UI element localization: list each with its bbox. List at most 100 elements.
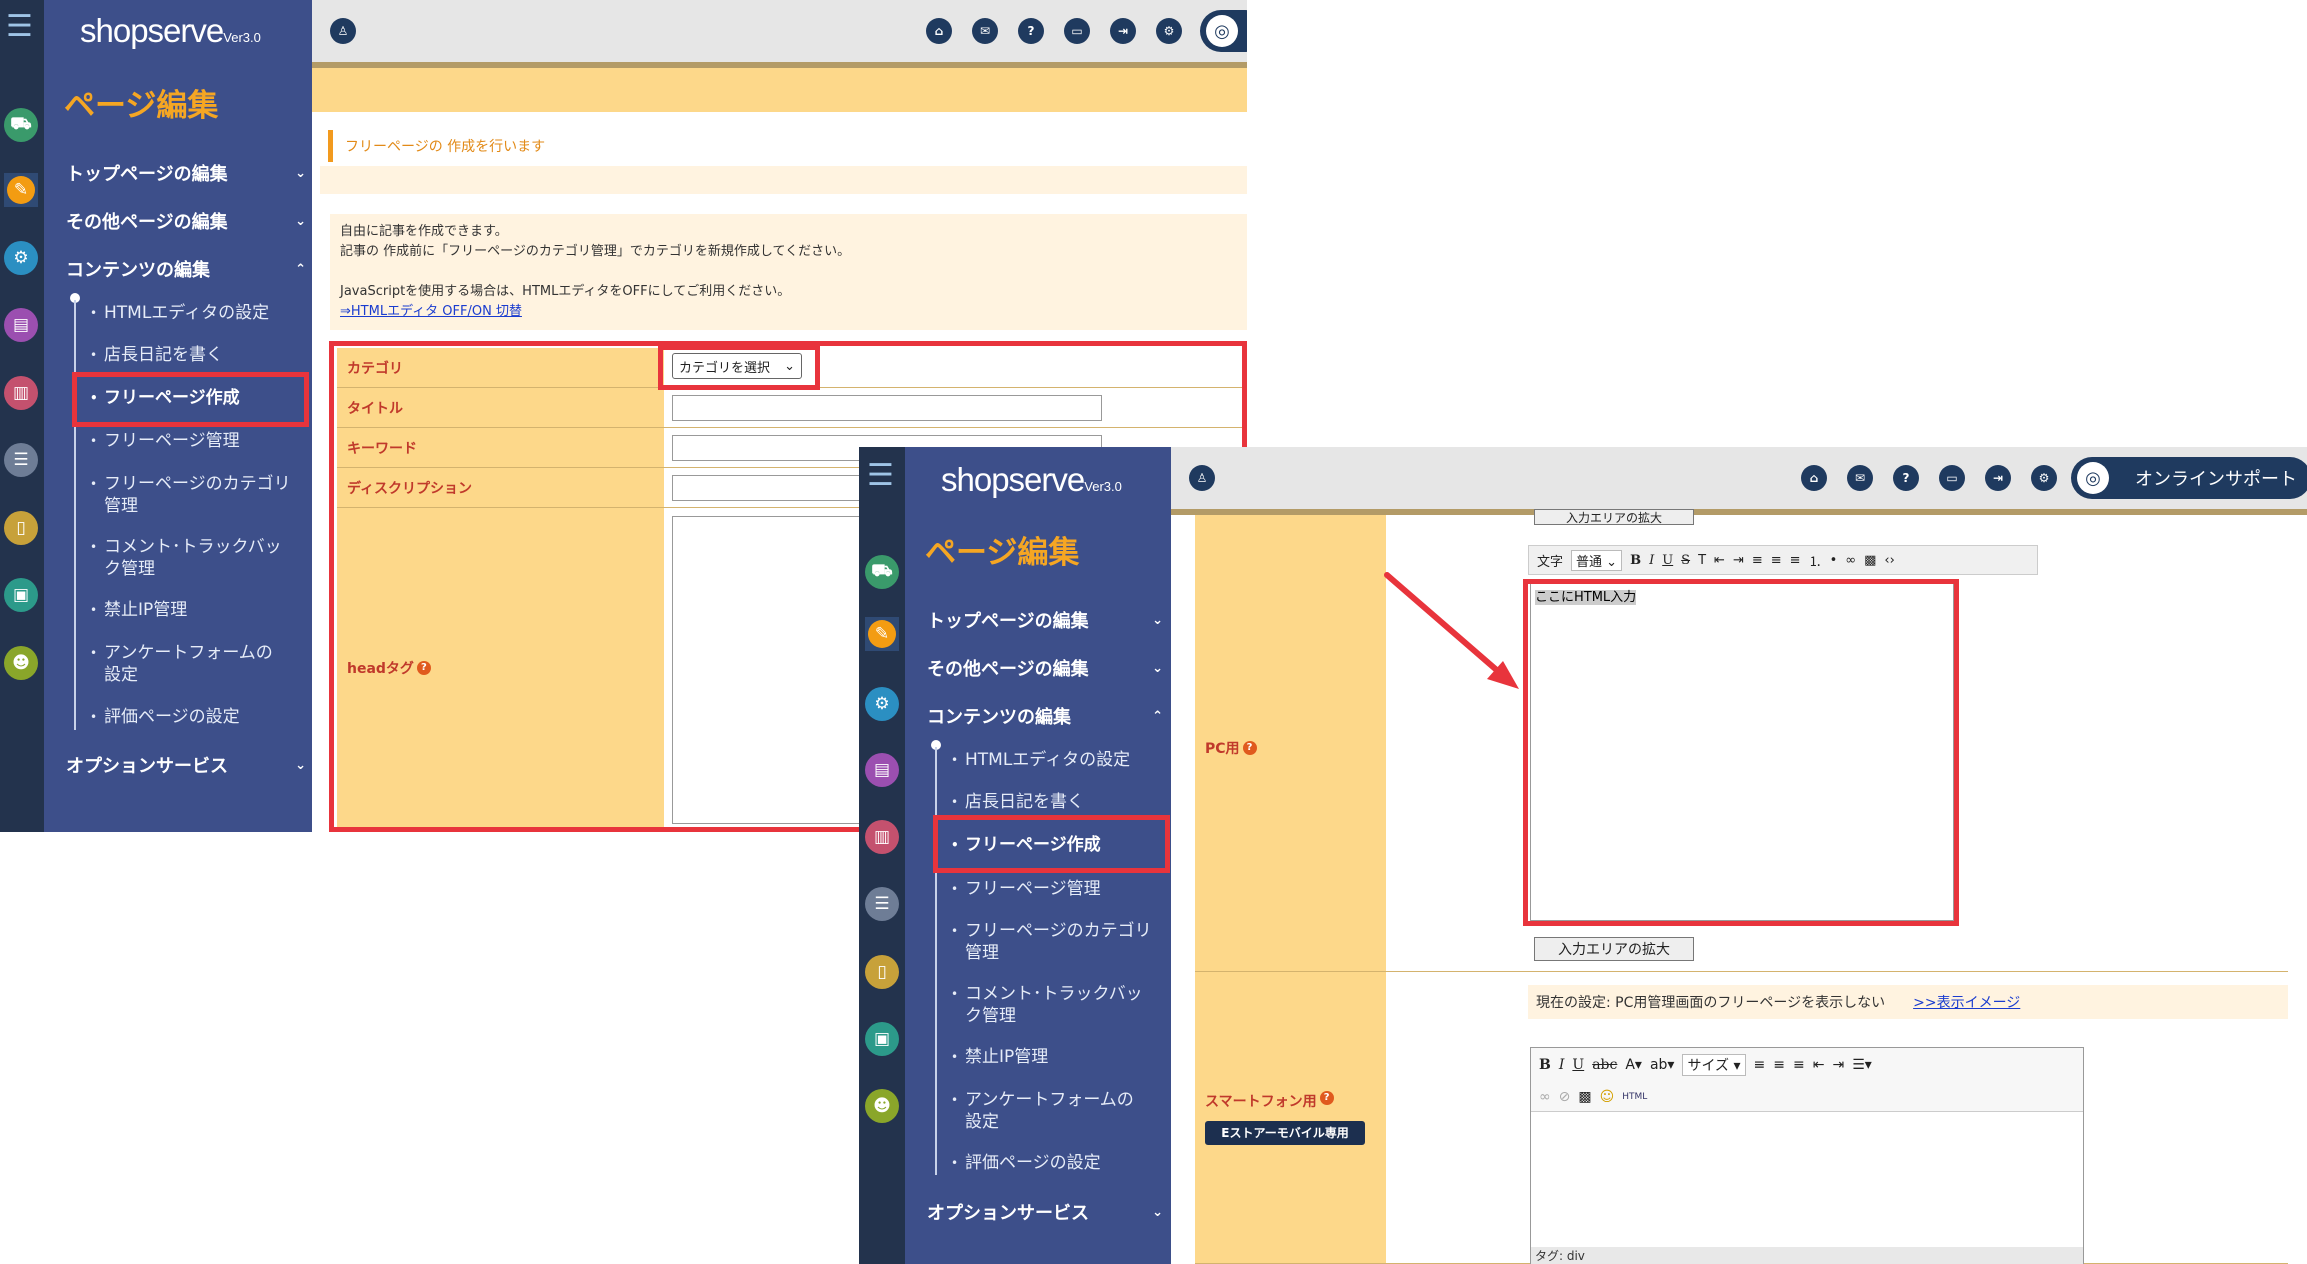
align-center-icon[interactable]: ≡ [1771,553,1782,568]
sub-survey-form[interactable]: アンケートフォームの設定 [90,642,284,686]
indent-icon[interactable]: ⇥ [1733,553,1744,568]
mail-icon[interactable]: ✉ [972,18,998,44]
clipboard-icon[interactable]: ▣ [4,578,38,612]
strike-icon[interactable]: abc [1592,1057,1617,1073]
bold-icon[interactable]: B [1630,553,1641,568]
layout-icon[interactable]: ▤ [4,308,38,342]
server-icon[interactable]: ☰ [4,443,38,477]
support-button[interactable]: ◎ [1200,10,1247,52]
nav-option[interactable]: オプションサービス ⌄ [66,752,306,778]
indent-icon[interactable]: ⇥ [1832,1057,1844,1073]
menu-toggle-icon[interactable]: ☰ [6,12,33,42]
sub-comment-trackback[interactable]: コメント･トラックバック管理 [90,536,294,580]
nav-top-page[interactable]: トップページの編集 ⌄ [66,160,306,186]
italic-icon[interactable]: I [1559,1057,1565,1073]
help-icon[interactable]: ? [1319,1090,1334,1105]
mobile-icon[interactable]: ▯ [4,511,38,545]
outdent-icon[interactable]: ⇤ [1813,1057,1825,1073]
image-icon[interactable]: ▩ [1578,1089,1591,1105]
preview-link[interactable]: >>表示イメージ [1913,992,2020,1012]
store-icon[interactable]: ⌂ [926,18,952,44]
online-support-button[interactable]: ◎ オンラインサポート [2071,457,2307,499]
nav-contents[interactable]: コンテンツの編集 ⌃ [927,703,1163,729]
settings-rail-icon[interactable]: ⚙ [865,687,899,721]
gear-icon[interactable]: ⚙ [2031,465,2057,491]
nav-option[interactable]: オプションサービス ⌄ [927,1199,1163,1225]
html-icon[interactable]: HTML [1622,1092,1647,1102]
align-right-icon[interactable]: ≡ [1790,553,1801,568]
sub-html-editor[interactable]: HTMLエディタの設定 [951,749,1130,771]
chart-icon[interactable]: ▥ [865,820,899,854]
bold-icon[interactable]: B [1539,1057,1551,1073]
gear-icon[interactable]: ⚙ [1156,18,1182,44]
expand-area-button-top[interactable]: 入力エリアの拡大 [1534,509,1694,525]
highlight-icon[interactable]: ab▾ [1650,1057,1675,1073]
help-icon[interactable]: ? [1242,741,1257,755]
sub-free-page-manage[interactable]: フリーページ管理 [951,878,1101,900]
nav-contents[interactable]: コンテンツの編集 ⌃ [66,256,306,282]
sub-category-manage[interactable]: フリーページのカテゴリ管理 [951,920,1155,964]
italic-icon[interactable]: I [1649,553,1654,568]
menu-toggle-icon[interactable]: ☰ [867,461,894,491]
align-left-icon[interactable]: ≡ [1752,553,1763,568]
settings-rail-icon[interactable]: ⚙ [4,241,38,275]
nav-other-page[interactable]: その他ページの編集 ⌄ [927,655,1163,681]
chat-icon[interactable]: ▭ [1064,18,1090,44]
mobile-icon[interactable]: ▯ [865,955,899,989]
user-icon[interactable]: ♙ [330,18,356,44]
users-icon[interactable]: ☻ [4,646,38,680]
edit-icon[interactable]: ✎ [865,617,899,651]
sub-banned-ip[interactable]: 禁止IP管理 [90,599,187,621]
sub-review-page[interactable]: 評価ページの設定 [90,706,240,728]
sub-review-page[interactable]: 評価ページの設定 [951,1152,1101,1174]
shop-icon[interactable]: ⛟ [4,108,38,142]
chat-icon[interactable]: ▭ [1939,465,1965,491]
font-color-icon[interactable]: A▾ [1625,1057,1642,1073]
chart-icon[interactable]: ▥ [4,376,38,410]
sub-banned-ip[interactable]: 禁止IP管理 [951,1046,1048,1068]
sub-survey-form[interactable]: アンケートフォームの設定 [951,1089,1145,1133]
size-select[interactable]: サイズ ▾ [1682,1054,1746,1076]
emoji-icon[interactable]: ☺ [1600,1089,1615,1105]
editor-toggle-link[interactable]: ⇒HTMLエディタ OFF/ON 切替 [340,304,522,319]
server-icon[interactable]: ☰ [865,887,899,921]
mail-icon[interactable]: ✉ [1847,465,1873,491]
sub-category-manage[interactable]: フリーページのカテゴリ管理 [90,473,294,517]
help-icon[interactable]: ? [1018,18,1044,44]
sub-free-page-manage[interactable]: フリーページ管理 [90,430,240,452]
logout-icon[interactable]: ⇥ [1985,465,2011,491]
logout-icon[interactable]: ⇥ [1110,18,1136,44]
expand-area-button[interactable]: 入力エリアの拡大 [1534,937,1694,961]
help-icon[interactable]: ? [1893,465,1919,491]
sub-html-editor[interactable]: HTMLエディタの設定 [90,302,269,324]
user-icon[interactable]: ♙ [1189,465,1215,491]
image-icon[interactable]: ▩ [1864,553,1876,568]
underline-icon[interactable]: U [1662,553,1673,568]
nav-other-page[interactable]: その他ページの編集 ⌄ [66,208,306,234]
users-icon[interactable]: ☻ [865,1089,899,1123]
layout-icon[interactable]: ▤ [865,753,899,787]
nav-top-page[interactable]: トップページの編集 ⌄ [927,607,1163,633]
outdent-icon[interactable]: ⇤ [1714,553,1725,568]
align-right-icon[interactable]: ≡ [1793,1057,1805,1073]
sub-comment-trackback[interactable]: コメント･トラックバック管理 [951,983,1155,1027]
ordered-list-icon[interactable]: ⒈ [1809,551,1822,570]
edit-icon[interactable]: ✎ [4,173,38,207]
shop-icon[interactable]: ⛟ [865,555,899,589]
underline-icon[interactable]: U [1572,1057,1584,1073]
link-icon[interactable]: ∞ [1539,1089,1551,1105]
sub-diary[interactable]: 店長日記を書く [951,791,1084,813]
link-icon[interactable]: ∞ [1845,553,1856,568]
clipboard-icon[interactable]: ▣ [865,1022,899,1056]
align-left-icon[interactable]: ≡ [1754,1057,1766,1073]
list-icon[interactable]: ☰▾ [1852,1057,1872,1073]
style-select[interactable]: 普通 ⌄ [1571,549,1623,571]
text-color-icon[interactable]: T [1698,553,1706,568]
strike-icon[interactable]: S [1681,553,1690,568]
source-icon[interactable]: ‹› [1884,553,1894,568]
unlink-icon[interactable]: ⊘ [1559,1089,1571,1105]
store-icon[interactable]: ⌂ [1801,465,1827,491]
sub-diary[interactable]: 店長日記を書く [90,344,223,366]
unordered-list-icon[interactable]: • [1830,553,1838,568]
align-center-icon[interactable]: ≡ [1773,1057,1785,1073]
